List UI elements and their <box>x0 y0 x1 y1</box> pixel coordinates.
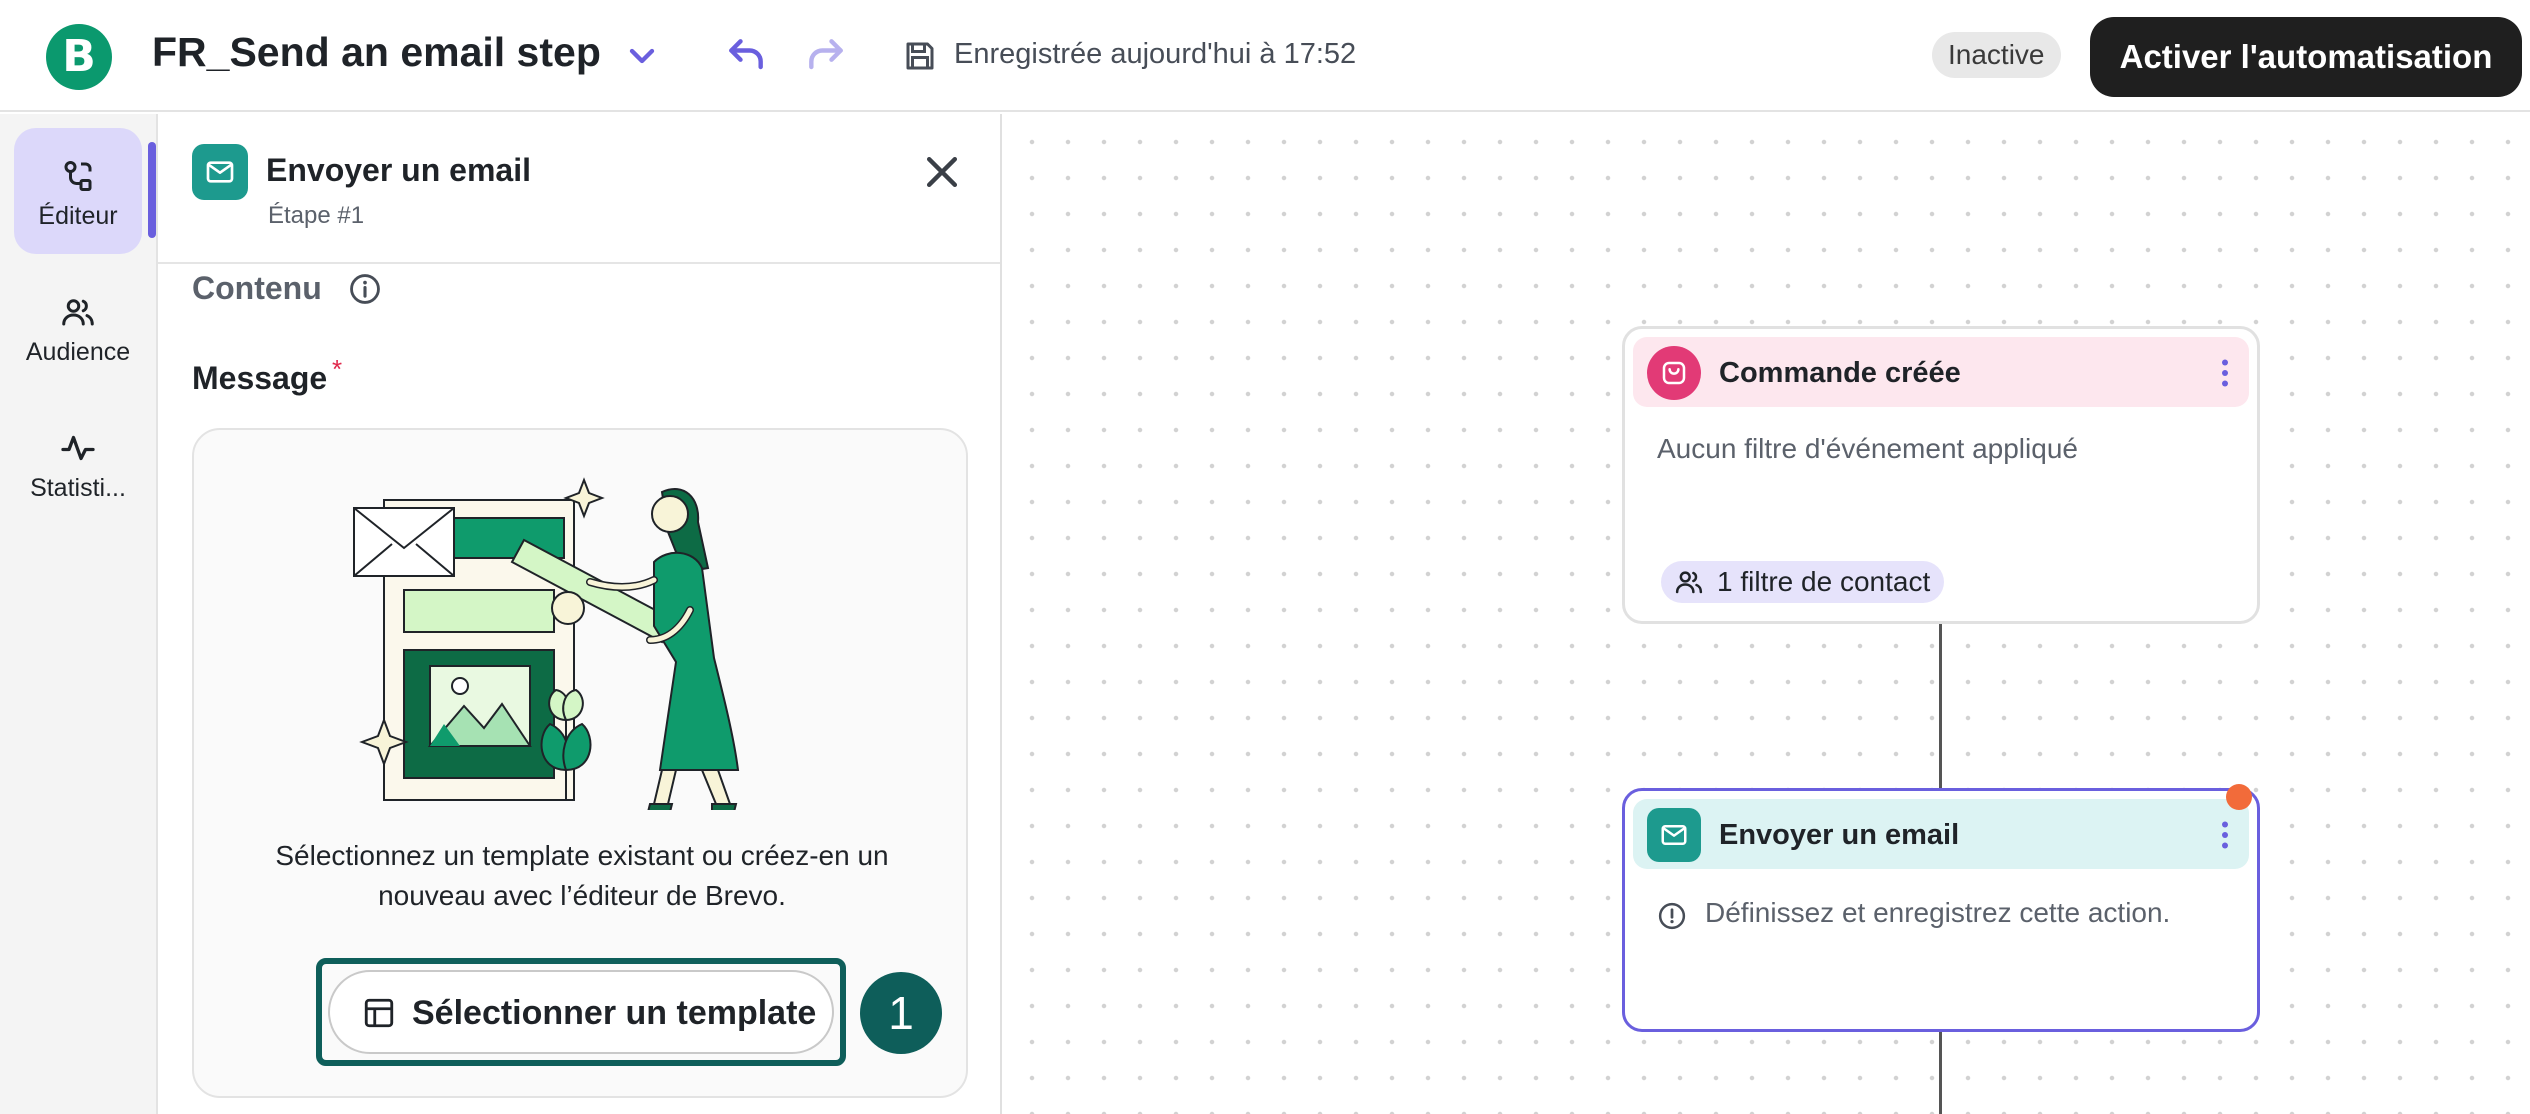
select-template-label: Sélectionner un template <box>412 994 817 1032</box>
redo-icon[interactable] <box>804 34 848 78</box>
email-template-illustration <box>353 477 740 810</box>
step-number-marker: 1 <box>860 972 942 1054</box>
panel-title: Envoyer un email <box>266 152 531 188</box>
audience-icon <box>62 299 94 326</box>
step-settings-panel: Envoyer un email Étape #1 Contenu Messag… <box>158 114 1002 1114</box>
editor-icon <box>64 161 92 191</box>
warning-icon <box>1658 902 1686 930</box>
rail-label-statistics: Statisti... <box>30 474 126 502</box>
required-asterisk: * <box>332 354 343 384</box>
close-icon[interactable] <box>920 150 964 194</box>
select-template-button[interactable]: Sélectionner un template <box>328 970 834 1054</box>
action-node-description: Définissez et enregistrez cette action. <box>1705 897 2171 928</box>
activate-automation-button[interactable]: Activer l'automatisation <box>2090 17 2522 97</box>
info-icon[interactable] <box>348 272 382 306</box>
contact-filter-label: 1 filtre de contact <box>1717 566 1931 597</box>
save-icon <box>906 42 934 70</box>
trigger-node-title: Commande créée <box>1719 357 1961 389</box>
connector-line <box>1939 1032 1942 1114</box>
statistics-icon <box>61 435 95 461</box>
panel-header: Envoyer un email Étape #1 <box>158 114 1000 264</box>
mail-icon <box>206 161 234 183</box>
template-instructions-text: Sélectionnez un template existant ou cré… <box>275 840 889 911</box>
action-node-title: Envoyer un email <box>1719 819 1960 851</box>
contact-filter-chip[interactable]: 1 filtre de contact <box>1661 561 1945 603</box>
users-icon <box>1675 571 1703 594</box>
message-field-label: Message <box>192 360 328 396</box>
shopping-bag-icon <box>1647 346 1701 400</box>
trigger-node[interactable]: Commande créée Aucun filtre d'événement … <box>1622 326 2260 624</box>
brevo-logo[interactable]: B <box>46 24 112 90</box>
status-badge: Inactive <box>1932 32 2061 78</box>
rail-item-statistics[interactable]: Statisti... <box>14 400 142 526</box>
email-step-icon <box>192 144 248 200</box>
template-icon <box>364 998 394 1028</box>
active-rail-indicator <box>148 142 156 238</box>
panel-subtitle: Étape #1 <box>268 202 365 229</box>
trigger-node-description: Aucun filtre d'événement appliqué <box>1657 433 2078 464</box>
section-title-content: Contenu <box>192 270 322 306</box>
rail-label-audience: Audience <box>25 338 131 366</box>
chevron-down-icon[interactable] <box>622 36 662 76</box>
top-bar: B FR_Send an email step Enregistrée aujo… <box>0 0 2530 112</box>
undo-icon[interactable] <box>724 34 768 78</box>
template-selection-card: Sélectionnez un template existant ou cré… <box>192 428 968 1098</box>
rail-item-audience[interactable]: Audience <box>14 264 142 390</box>
trigger-node-header: Commande créée <box>1633 337 2249 407</box>
workflow-canvas[interactable]: Commande créée Aucun filtre d'événement … <box>1004 114 2530 1114</box>
more-vertical-icon[interactable] <box>2207 353 2243 393</box>
more-vertical-icon[interactable] <box>2207 815 2243 855</box>
save-status-text: Enregistrée aujourd'hui à 17:52 <box>954 38 1357 70</box>
email-action-node[interactable]: Envoyer un email Définissez et enregistr… <box>1622 788 2260 1032</box>
rail-item-editor[interactable]: Éditeur <box>14 128 142 254</box>
automation-title[interactable]: FR_Send an email step <box>152 29 601 76</box>
left-rail: Éditeur Audience Statisti... <box>0 114 158 1114</box>
mail-icon <box>1647 808 1701 862</box>
action-node-header: Envoyer un email <box>1633 799 2249 869</box>
incomplete-status-dot <box>2226 784 2252 810</box>
rail-label-editor: Éditeur <box>38 202 118 230</box>
